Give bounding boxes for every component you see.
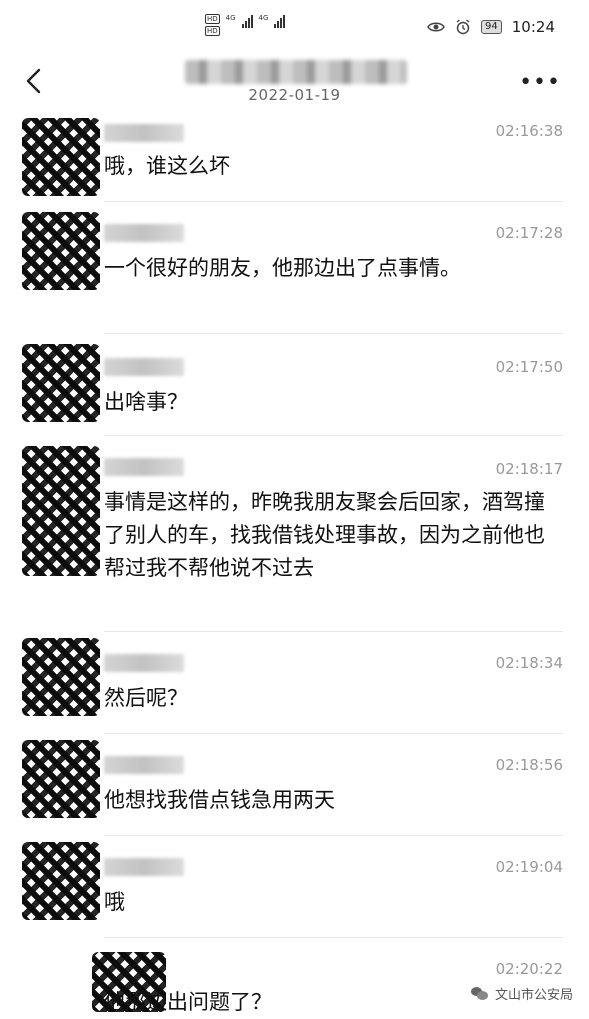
avatar-redacted [22,212,100,290]
battery-indicator: 94 [481,20,502,34]
status-right: 94 10:24 [427,18,555,36]
message-time: 02:18:17 [495,460,563,478]
chat-title-redacted [185,60,407,84]
message-text: 哦 [104,890,125,914]
list-item[interactable]: 02:18:34 然后呢？ [0,632,589,734]
message-text: 然后呢？ [104,686,188,710]
watermark-label: 文山市公安局 [494,988,573,1003]
clock: 10:24 [511,18,555,36]
network-type-label: 4G [258,14,269,22]
chat-date: 2022-01-19 [248,86,341,104]
sender-name-redacted [104,756,184,774]
avatar-redacted [22,740,100,818]
watermark: 文山市公安局 [470,984,573,1003]
message-time: 02:20:22 [495,960,563,978]
alarm-icon [456,19,470,35]
avatar-redacted [22,344,100,422]
sender-name-redacted [104,358,184,376]
message-time: 02:17:28 [495,224,563,242]
list-item[interactable]: 02:18:17 事情是这样的，昨晚我朋友聚会后回家，酒驾撞了别人的车，找我借钱… [0,436,589,632]
hd-badge: HD [205,26,220,36]
sender-name-redacted [104,654,184,672]
list-item[interactable]: 02:17:50 出啥事？ [0,334,589,436]
sender-name-redacted [104,858,184,876]
sender-name-redacted [104,124,184,142]
message-time: 02:18:56 [495,756,563,774]
sender-name-redacted [104,224,184,242]
network-indicators: HD HD 4G 4G [205,14,286,36]
avatar-redacted [22,446,100,576]
message-text: 一个很好的朋友，他那边出了点事情。 [104,256,461,280]
sender-name-redacted [104,458,184,476]
eye-icon [427,22,445,32]
avatar-redacted [22,842,100,920]
signal-icon [274,14,286,28]
wechat-logo-icon [470,986,489,1001]
more-horizontal-icon[interactable]: ••• [519,70,561,95]
list-item[interactable]: 02:18:56 他想找我借点钱急用两天 [0,734,589,836]
message-text: 他想找我借点钱急用两天 [104,788,335,812]
list-item[interactable]: 02:17:28 一个很好的朋友，他那边出了点事情。 [0,202,589,334]
status-bar: HD HD 4G 4G 94 10:24 [0,0,589,52]
network-type-label: 4G [225,14,236,22]
message-time: 02:16:38 [495,122,563,140]
list-item[interactable]: 02:16:38 哦，谁这么坏 [0,112,589,202]
avatar-redacted [22,638,100,716]
message-time: 02:19:04 [495,858,563,876]
signal-icon [241,14,253,28]
hd-badge: HD [205,14,220,24]
message-time: 02:18:34 [495,654,563,672]
message-text: 事情是这样的，昨晚我朋友聚会后回家，酒驾撞了别人的车，找我借钱处理事故，因为之前… [104,490,545,580]
chat-header: 2022-01-19 ••• [0,52,589,112]
list-item[interactable]: 02:20:22 他那边出问题了？ [0,938,589,1018]
message-text: 哦，谁这么坏 [104,154,230,178]
message-text: 出啥事？ [104,390,188,414]
avatar-redacted [22,118,100,196]
message-time: 02:17:50 [495,358,563,376]
list-item[interactable]: 02:19:04 哦 [0,836,589,938]
